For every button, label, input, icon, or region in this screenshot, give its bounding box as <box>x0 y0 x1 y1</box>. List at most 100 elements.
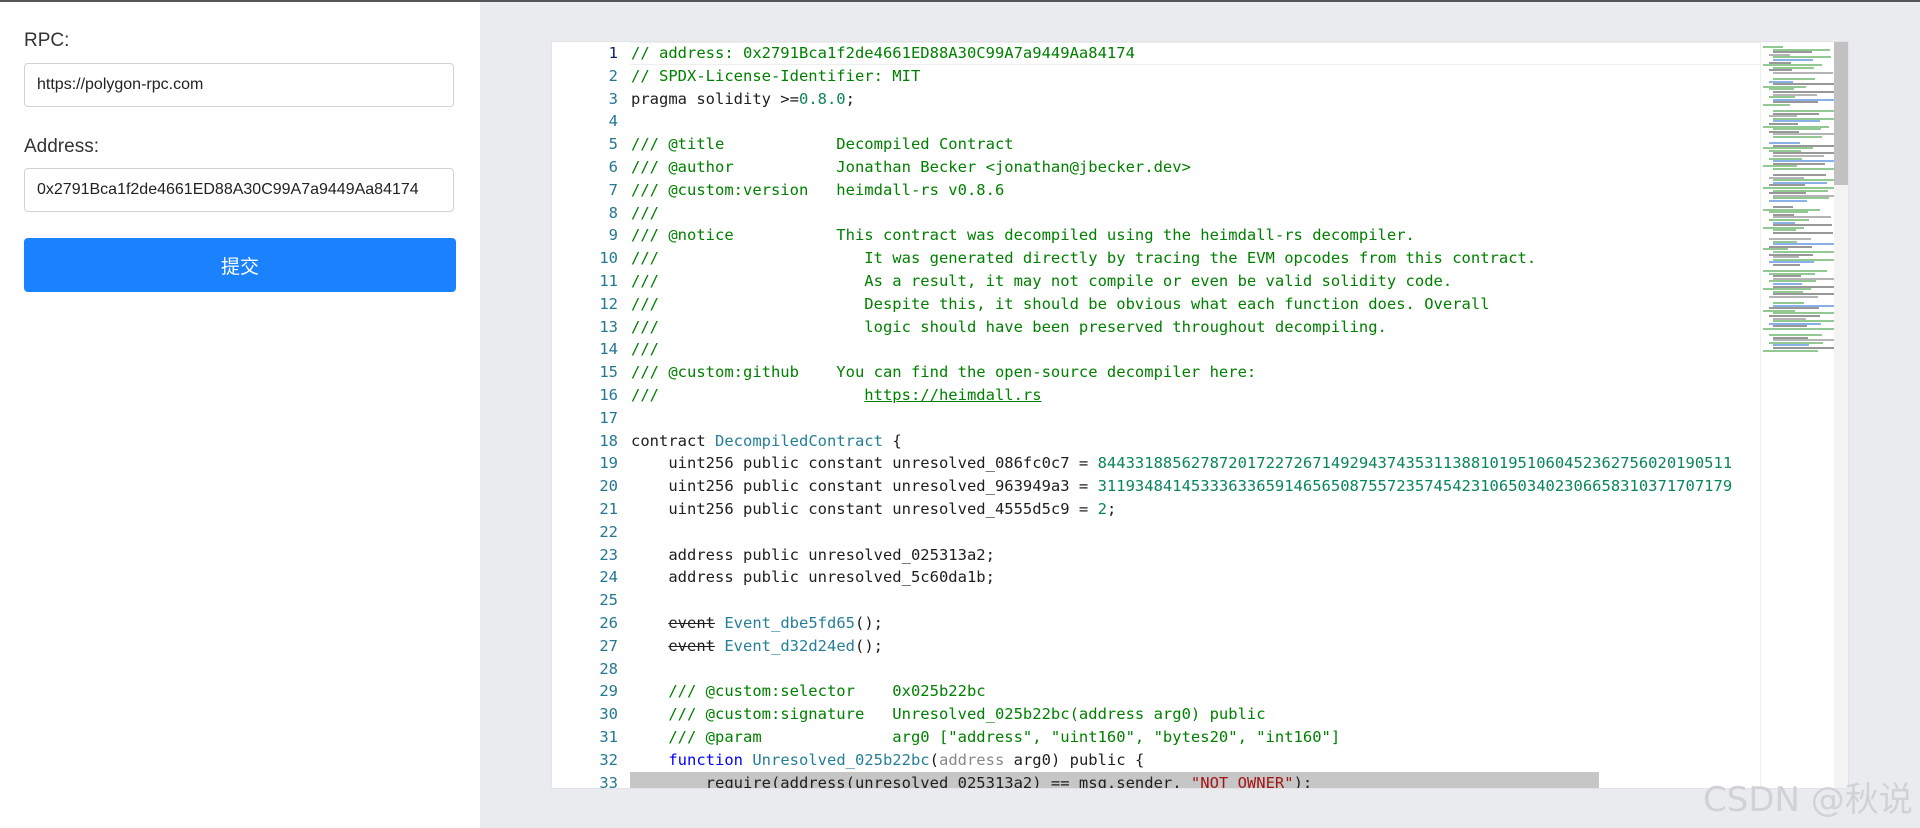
line-number-gutter: 1 2 3 4 5 6 7 8 9 10 11 12 13 14 15 16 17 18 19 20 21 22 23 24 2… <box>552 42 630 788</box>
line-number: 13 <box>599 317 618 336</box>
code-line[interactable]: event Event_dbe5fd65(); <box>630 612 1760 635</box>
line-number: 7 <box>608 180 618 199</box>
minimap-line <box>1773 168 1841 170</box>
line-number: 17 <box>599 408 618 427</box>
line-number: 25 <box>599 591 618 610</box>
line-number: 28 <box>599 659 618 678</box>
code-token: 2 <box>1097 499 1107 518</box>
code-line[interactable] <box>630 589 1760 612</box>
query-form-panel: RPC: Address: 提交 <box>0 2 480 828</box>
minimap-line <box>1773 72 1833 74</box>
watermark: CSDN @秋说 <box>1703 780 1913 820</box>
line-number: 31 <box>599 727 618 746</box>
code-line[interactable]: /// https://heimdall.rs <box>630 384 1760 407</box>
code-area[interactable]: // address: 0x2791Bca1f2de4661ED88A30C99… <box>630 42 1760 788</box>
minimap-line <box>1769 296 1818 298</box>
code-line[interactable]: address public unresolved_5c60da1b; <box>630 566 1760 589</box>
code-token: DecompiledContract <box>715 431 883 450</box>
code-token: /// @custom:github You can find the open… <box>631 363 1257 382</box>
code-line[interactable]: event Event_d32d24ed(); <box>630 635 1760 658</box>
code-line[interactable]: // address: 0x2791Bca1f2de4661ED88A30C99… <box>630 42 1760 65</box>
line-number: 24 <box>599 568 618 587</box>
code-token: ; <box>845 89 855 108</box>
code-token: uint256 public constant unresolved_086fc… <box>631 454 1098 473</box>
code-editor[interactable]: 1 2 3 4 5 6 7 8 9 10 11 12 13 14 15 16 17 18 19 20 21 22 23 24 2… <box>551 41 1849 789</box>
code-line[interactable]: /// As a result, it may not compile or e… <box>630 270 1760 293</box>
code-line[interactable] <box>630 658 1760 681</box>
code-line[interactable]: address public unresolved_025313a2; <box>630 544 1760 567</box>
code-line[interactable]: contract DecompiledContract { <box>630 430 1760 453</box>
code-line[interactable]: /// @notice This contract was decompiled… <box>630 224 1760 247</box>
code-token: /// <box>631 385 865 404</box>
line-number: 11 <box>599 271 618 290</box>
code-line[interactable]: /// @custom:github You can find the open… <box>630 361 1760 384</box>
code-line[interactable]: /// <box>630 202 1760 225</box>
code-line[interactable]: uint256 public constant unresolved_96394… <box>630 475 1760 498</box>
code-line[interactable] <box>630 110 1760 133</box>
code-line[interactable]: require(address(unresolved_025313a2) == … <box>630 771 1599 789</box>
code-token: 3119348414533363365914656508755723574542… <box>1097 477 1733 496</box>
code-token: 8443318856278720172272671492943743531138… <box>1097 454 1733 473</box>
code-line[interactable] <box>630 521 1760 544</box>
vertical-scrollbar[interactable] <box>1834 42 1848 788</box>
line-number: 19 <box>599 454 618 473</box>
minimap-line <box>1763 349 1818 352</box>
line-number: 1 <box>608 44 618 62</box>
code-token: https://heimdall.rs <box>864 385 1042 404</box>
code-token: /// <box>631 203 659 222</box>
code-token: "NOT OWNER" <box>1190 773 1294 789</box>
scrollbar-thumb[interactable] <box>1834 42 1848 185</box>
minimap-line <box>1763 328 1834 330</box>
code-token: pragma solidity >= <box>631 89 799 108</box>
code-token: /// @author Jonathan Becker <jonathan@jb… <box>631 157 1191 176</box>
code-line[interactable]: function Unresolved_025b22bc(address arg… <box>630 749 1760 772</box>
submit-button[interactable]: 提交 <box>24 238 456 292</box>
line-number: 15 <box>599 363 618 382</box>
line-number: 20 <box>599 477 618 496</box>
code-line[interactable]: uint256 public constant unresolved_086fc… <box>630 452 1760 475</box>
minimap-line <box>1769 200 1807 202</box>
minimap-line <box>1773 232 1833 234</box>
code-token: address <box>938 750 1005 769</box>
code-token: /// Despite this, it should be obvious w… <box>631 294 1490 313</box>
code-line[interactable]: /// <box>630 338 1760 361</box>
code-line[interactable]: /// @param arg0 ["address", "uint160", "… <box>630 726 1760 749</box>
line-number: 9 <box>608 226 618 245</box>
code-line[interactable]: /// @author Jonathan Becker <jonathan@jb… <box>630 156 1760 179</box>
code-line[interactable]: /// @custom:version heimdall-rs v0.8.6 <box>630 179 1760 202</box>
code-token: /// <box>631 340 659 359</box>
line-number: 12 <box>599 294 618 313</box>
code-line[interactable]: /// It was generated directly by tracing… <box>630 247 1760 270</box>
code-line[interactable]: /// logic should have been preserved thr… <box>630 316 1760 339</box>
code-token: address public unresolved_5c60da1b; <box>631 568 995 587</box>
minimap-line <box>1763 104 1790 106</box>
code-token: contract <box>631 431 715 450</box>
line-number: 29 <box>599 682 618 701</box>
code-token: /// It was generated directly by tracing… <box>631 249 1537 268</box>
code-line[interactable]: /// @title Decompiled Contract <box>630 133 1760 156</box>
rpc-label: RPC: <box>24 30 70 51</box>
address-input[interactable] <box>24 168 454 212</box>
code-line[interactable]: // SPDX-License-Identifier: MIT <box>630 65 1760 88</box>
line-number: 18 <box>599 431 618 450</box>
code-line[interactable]: uint256 public constant unresolved_4555d… <box>630 498 1760 521</box>
code-line[interactable]: pragma solidity >=0.8.0; <box>630 88 1760 111</box>
code-token: /// @param arg0 ["address", "uint160", "… <box>631 727 1341 746</box>
line-number: 8 <box>608 203 618 222</box>
code-line[interactable]: /// @custom:selector 0x025b22bc <box>630 680 1760 703</box>
code-token: function <box>668 750 743 769</box>
rpc-input[interactable] <box>24 63 454 107</box>
line-number: 14 <box>599 340 618 359</box>
code-line[interactable]: /// Despite this, it should be obvious w… <box>630 293 1760 316</box>
line-number: 21 <box>599 499 618 518</box>
code-line[interactable] <box>630 407 1760 430</box>
code-line[interactable]: /// @custom:signature Unresolved_025b22b… <box>630 703 1760 726</box>
address-label: Address: <box>24 136 99 157</box>
code-token: ; <box>1106 499 1117 518</box>
code-token: /// @title Decompiled Contract <box>631 135 1014 154</box>
